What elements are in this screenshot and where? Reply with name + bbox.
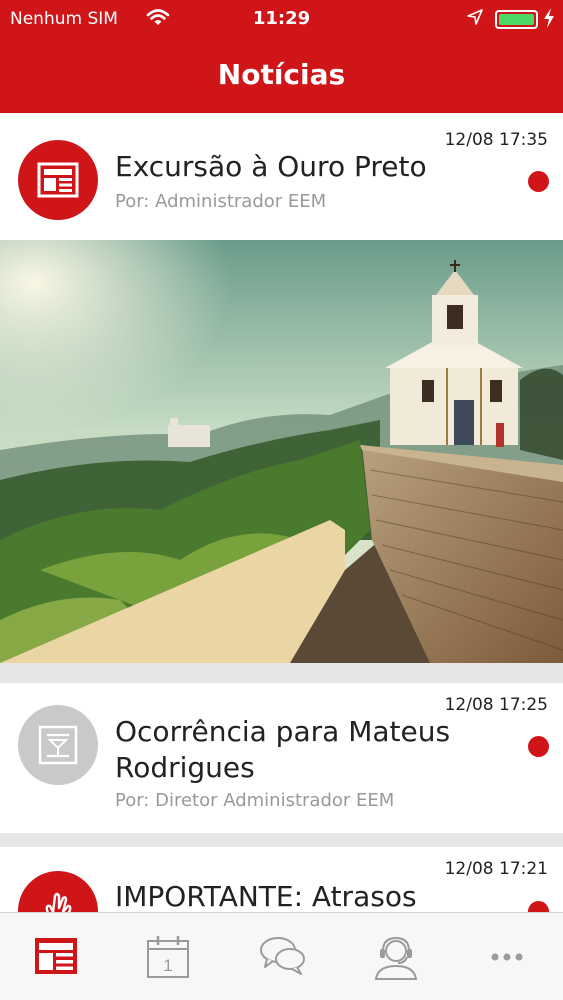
news-author: Por: Administrador EEM	[115, 191, 327, 212]
tab-bar: 1	[0, 912, 563, 1000]
calendar-icon: 1	[147, 936, 189, 978]
unread-indicator	[528, 736, 549, 757]
news-photo	[0, 240, 563, 663]
battery-icon	[495, 10, 538, 29]
news-title: IMPORTANTE: Atrasos	[115, 880, 417, 912]
news-author: Por: Diretor Administrador EEM	[115, 790, 395, 811]
news-card[interactable]: 12/08 17:25 Ocorrência para Mateus Rodri…	[0, 683, 563, 833]
news-feed[interactable]: 12/08 17:35 Excursão à Ouro Preto Por: A…	[0, 113, 563, 912]
news-title: Excursão à Ouro Preto	[115, 150, 427, 183]
app-header: Nenhum SIM 11:29 Notícias	[0, 0, 563, 113]
news-avatar	[18, 705, 98, 785]
news-avatar	[18, 871, 98, 912]
tab-calendar[interactable]: 1	[112, 913, 224, 1000]
news-icon	[35, 938, 77, 974]
tab-chat[interactable]	[225, 913, 337, 1000]
location-icon	[466, 8, 484, 31]
tab-more[interactable]	[451, 913, 563, 1000]
chat-icon	[260, 937, 305, 975]
news-datetime: 12/08 17:21	[444, 859, 548, 879]
unread-indicator	[528, 171, 549, 192]
status-bar: Nenhum SIM 11:29	[0, 6, 563, 34]
page-title: Notícias	[217, 58, 346, 91]
contact-icon	[374, 936, 418, 980]
news-datetime: 12/08 17:25	[444, 695, 548, 715]
notice-icon	[38, 725, 78, 765]
more-icon	[491, 953, 523, 961]
news-avatar	[18, 140, 98, 220]
hand-icon	[45, 892, 72, 912]
newspaper-icon	[37, 162, 79, 198]
news-title: Ocorrência para Mateus Rodrigues	[115, 715, 451, 784]
news-datetime: 12/08 17:35	[444, 130, 548, 150]
news-card[interactable]: 12/08 17:35 Excursão à Ouro Preto Por: A…	[0, 113, 563, 663]
tab-news[interactable]	[0, 913, 112, 1000]
calendar-date: 1	[163, 956, 172, 975]
news-card[interactable]: 12/08 17:21 IMPORTANTE: Atrasos	[0, 847, 563, 912]
charging-icon	[543, 8, 555, 33]
unread-indicator	[528, 901, 549, 912]
tab-contact[interactable]	[338, 913, 450, 1000]
